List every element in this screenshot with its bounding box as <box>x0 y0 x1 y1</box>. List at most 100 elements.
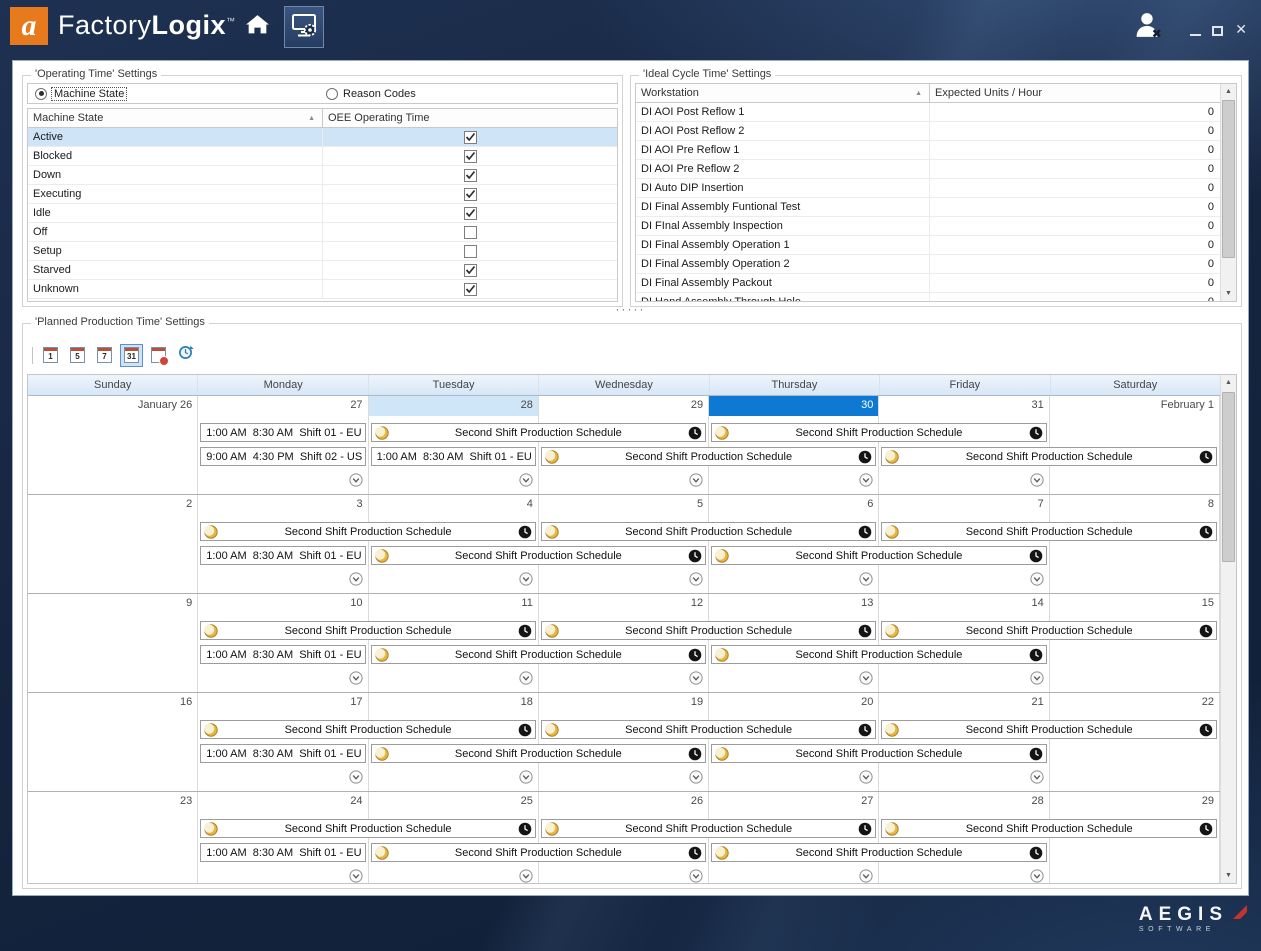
expected-units-value[interactable]: 0 <box>930 179 1236 197</box>
day-cell[interactable]: 18 <box>369 693 539 791</box>
oee-operating-time-checkbox[interactable] <box>464 131 477 144</box>
day-cell[interactable]: 22 <box>1050 693 1220 791</box>
day-cell[interactable]: 3 <box>198 495 368 593</box>
schedule-event[interactable]: 1:00 AM 8:30 AM Shift 01 - EU <box>371 447 536 466</box>
oee-operating-time-column-header[interactable]: OEE Operating Time <box>323 109 617 127</box>
day-cell[interactable]: 30 <box>709 396 879 494</box>
home-button[interactable] <box>240 11 274 43</box>
splitter-handle[interactable]: ····· <box>13 304 1248 314</box>
expected-units-value[interactable]: 0 <box>930 217 1236 235</box>
oee-operating-time-checkbox[interactable] <box>464 226 477 239</box>
machine-configuration-button[interactable] <box>284 6 324 48</box>
schedule-event[interactable]: Second Shift Production Schedule <box>711 645 1047 664</box>
machine-state-row[interactable]: Active <box>28 128 617 147</box>
oee-operating-time-checkbox[interactable] <box>464 207 477 220</box>
workstation-row[interactable]: DI AOI Post Reflow 10 <box>636 103 1236 122</box>
expected-units-value[interactable]: 0 <box>930 160 1236 178</box>
workstation-row[interactable]: DI AOI Post Reflow 20 <box>636 122 1236 141</box>
maximize-button[interactable] <box>1212 26 1223 36</box>
day-cell[interactable]: 21 <box>879 693 1049 791</box>
day-cell[interactable]: 17 <box>198 693 368 791</box>
scroll-down-arrow[interactable]: ▼ <box>1221 868 1236 883</box>
schedule-event[interactable]: Second Shift Production Schedule <box>881 621 1217 640</box>
schedule-event[interactable]: Second Shift Production Schedule <box>711 423 1047 442</box>
week-view-button[interactable]: 7 <box>93 344 116 367</box>
expected-units-value[interactable]: 0 <box>930 274 1236 292</box>
more-events-arrow[interactable] <box>689 671 703 685</box>
more-events-arrow[interactable] <box>859 770 873 784</box>
machine-state-row[interactable]: Down <box>28 166 617 185</box>
day-cell[interactable]: 11 <box>369 594 539 692</box>
workstation-row[interactable]: DI Final Assembly Funtional Test0 <box>636 198 1236 217</box>
schedule-event[interactable]: Second Shift Production Schedule <box>881 720 1217 739</box>
schedule-event[interactable]: Second Shift Production Schedule <box>881 522 1217 541</box>
machine-state-row[interactable]: Off <box>28 223 617 242</box>
schedule-event[interactable]: Second Shift Production Schedule <box>711 546 1047 565</box>
schedule-event[interactable]: Second Shift Production Schedule <box>711 744 1047 763</box>
schedule-event[interactable]: Second Shift Production Schedule <box>371 843 707 862</box>
expected-units-value[interactable]: 0 <box>930 141 1236 159</box>
machine-state-row[interactable]: Blocked <box>28 147 617 166</box>
schedule-event[interactable]: Second Shift Production Schedule <box>541 621 877 640</box>
timeline-view-button[interactable] <box>147 344 170 367</box>
day-cell[interactable]: 14 <box>879 594 1049 692</box>
expected-units-value[interactable]: 0 <box>930 122 1236 140</box>
more-events-arrow[interactable] <box>519 572 533 586</box>
expected-units-value[interactable]: 0 <box>930 198 1236 216</box>
schedule-event[interactable]: Second Shift Production Schedule <box>200 621 536 640</box>
minimize-button[interactable] <box>1190 34 1201 36</box>
more-events-arrow[interactable] <box>519 671 533 685</box>
more-events-arrow[interactable] <box>349 770 363 784</box>
oee-operating-time-checkbox[interactable] <box>464 150 477 163</box>
more-events-arrow[interactable] <box>689 473 703 487</box>
more-events-arrow[interactable] <box>519 770 533 784</box>
workstation-row[interactable]: DI Final Assembly Packout0 <box>636 274 1236 293</box>
more-events-arrow[interactable] <box>859 572 873 586</box>
work-week-view-button[interactable]: 5 <box>66 344 89 367</box>
schedule-event[interactable]: Second Shift Production Schedule <box>371 744 707 763</box>
logout-user-button[interactable] <box>1131 12 1165 42</box>
workstation-row[interactable]: DI Final Assembly Operation 20 <box>636 255 1236 274</box>
more-events-arrow[interactable] <box>1030 572 1044 586</box>
day-cell[interactable]: 7 <box>879 495 1049 593</box>
more-events-arrow[interactable] <box>859 869 873 883</box>
expected-units-value[interactable]: 0 <box>930 293 1236 302</box>
schedule-event[interactable]: Second Shift Production Schedule <box>881 819 1217 838</box>
scrollbar-thumb[interactable] <box>1222 392 1235 562</box>
machine-state-radio[interactable]: Machine State <box>28 88 126 100</box>
workstation-row[interactable]: DI AOI Pre Reflow 10 <box>636 141 1236 160</box>
ideal-table-scrollbar[interactable]: ▲ ▼ <box>1220 84 1236 301</box>
day-cell[interactable]: 29 <box>539 396 709 494</box>
more-events-arrow[interactable] <box>689 572 703 586</box>
oee-operating-time-checkbox[interactable] <box>464 245 477 258</box>
expected-units-value[interactable]: 0 <box>930 255 1236 273</box>
schedule-event[interactable]: Second Shift Production Schedule <box>541 447 877 466</box>
schedule-event[interactable]: Second Shift Production Schedule <box>371 546 707 565</box>
day-cell[interactable]: 10 <box>198 594 368 692</box>
day-cell[interactable]: 13 <box>709 594 879 692</box>
day-cell[interactable]: 12 <box>539 594 709 692</box>
workstation-column-header[interactable]: Workstation ▲ <box>636 84 930 102</box>
more-events-arrow[interactable] <box>519 473 533 487</box>
schedule-event[interactable]: Second Shift Production Schedule <box>371 423 707 442</box>
reason-codes-radio[interactable]: Reason Codes <box>326 88 416 100</box>
oee-operating-time-checkbox[interactable] <box>464 169 477 182</box>
day-cell[interactable]: 4 <box>369 495 539 593</box>
expected-units-value[interactable]: 0 <box>930 236 1236 254</box>
day-cell[interactable]: 19 <box>539 693 709 791</box>
workstation-row[interactable]: DI AOI Pre Reflow 20 <box>636 160 1236 179</box>
machine-state-row[interactable]: Idle <box>28 204 617 223</box>
recurrence-view-button[interactable] <box>174 344 197 367</box>
workstation-row[interactable]: DI Hand Assembly Through Hole0 <box>636 293 1236 302</box>
workstation-row[interactable]: DI Final Assembly Operation 10 <box>636 236 1236 255</box>
machine-state-row[interactable]: Executing <box>28 185 617 204</box>
oee-operating-time-checkbox[interactable] <box>464 188 477 201</box>
day-cell[interactable]: 9 <box>28 594 198 692</box>
day-cell[interactable]: 15 <box>1050 594 1220 692</box>
schedule-event[interactable]: 1:00 AM 8:30 AM Shift 01 - EU <box>200 843 365 862</box>
schedule-event[interactable]: Second Shift Production Schedule <box>541 522 877 541</box>
scrollbar-thumb[interactable] <box>1222 100 1235 258</box>
oee-operating-time-checkbox[interactable] <box>464 283 477 296</box>
day-view-button[interactable]: 1 <box>39 344 62 367</box>
day-cell[interactable]: 8 <box>1050 495 1220 593</box>
